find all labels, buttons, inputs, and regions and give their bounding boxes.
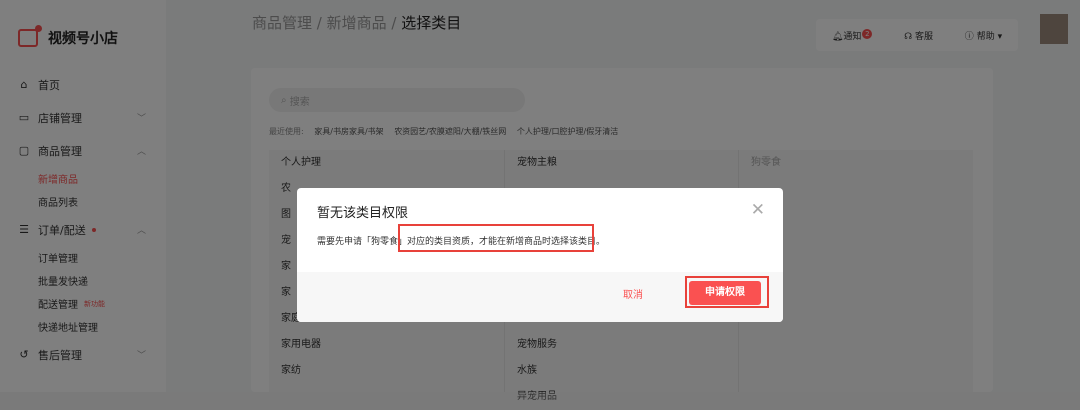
dialog-title: 暂无该类目权限: [317, 206, 409, 221]
dialog-footer: 取消 申请权限: [297, 272, 783, 322]
dialog-message-prefix: 需要先申请「狗零食」: [317, 237, 408, 247]
close-icon[interactable]: ✕: [751, 200, 765, 220]
permission-dialog: 暂无该类目权限 ✕ 需要先申请「狗零食」对应的类目资质，才能在新增商品时选择该类…: [297, 188, 783, 322]
annotation-box: [398, 224, 594, 252]
annotation-box: [685, 276, 769, 308]
cancel-button[interactable]: 取消: [623, 286, 643, 301]
